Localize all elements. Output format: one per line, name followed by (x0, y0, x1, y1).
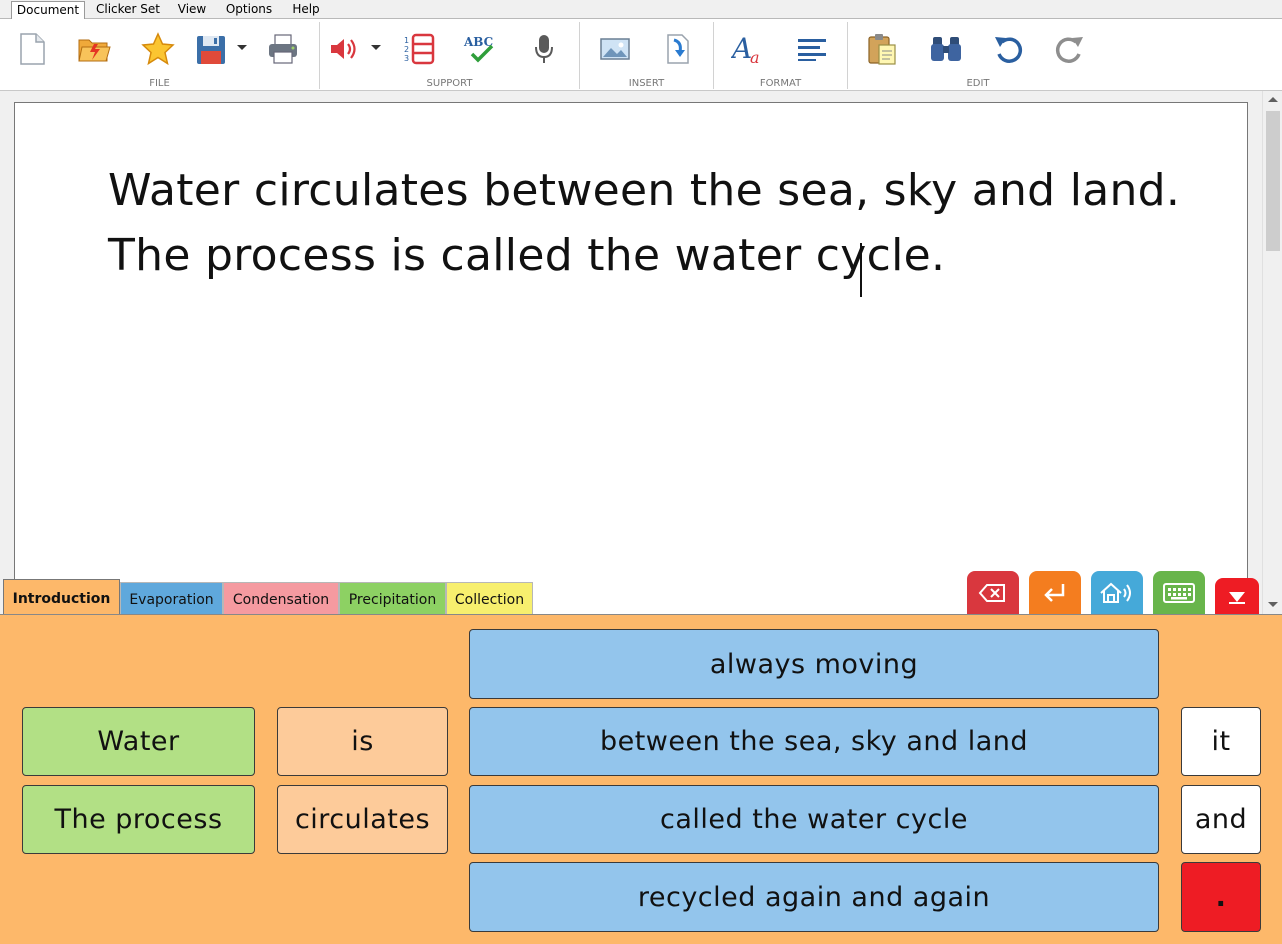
tab-evaporation[interactable]: Evaporation (120, 582, 223, 615)
menu-bar: Document Clicker Set View Options Help (0, 0, 1282, 20)
edit-group-label: EDIT (966, 78, 990, 89)
insert-file-icon[interactable] (660, 31, 696, 67)
font-icon[interactable]: Aa (730, 31, 766, 67)
text-caret (860, 243, 862, 297)
tab-condensation[interactable]: Condensation (223, 582, 339, 615)
scroll-up-arrow[interactable] (1268, 97, 1278, 102)
cell-called-water-cycle[interactable]: called the water cycle (469, 785, 1159, 854)
insert-group: INSERT (580, 19, 713, 91)
document-line-2[interactable]: The process is called the water cycle. (108, 230, 945, 281)
scroll-down-arrow[interactable] (1268, 602, 1278, 607)
new-document-icon[interactable] (14, 31, 50, 67)
favourite-star-icon[interactable] (140, 31, 176, 67)
file-group-label: FILE (149, 78, 170, 89)
cell-circulates[interactable]: circulates (277, 785, 448, 854)
open-folder-icon[interactable] (76, 31, 112, 67)
backspace-icon (978, 584, 1005, 602)
spellcheck-icon[interactable]: ABC (462, 31, 498, 67)
file-group: FILE (0, 19, 319, 91)
numbered-list-icon[interactable]: 123 (400, 31, 436, 67)
enter-icon (1044, 584, 1065, 602)
cell-recycled-again[interactable]: recycled again and again (469, 862, 1159, 932)
menu-options[interactable]: Options (222, 1, 276, 19)
menu-document[interactable]: Document (11, 1, 85, 20)
format-group-label: FORMAT (759, 78, 802, 89)
align-left-icon[interactable] (794, 31, 830, 67)
cell-it[interactable]: it (1181, 707, 1261, 776)
tab-collection[interactable]: Collection (446, 582, 533, 615)
menu-help[interactable]: Help (287, 1, 325, 19)
speech-dropdown-arrow[interactable] (371, 45, 381, 50)
speak-button[interactable] (1091, 571, 1143, 615)
cell-is[interactable]: is (277, 707, 448, 776)
edit-group: EDIT (848, 19, 1108, 91)
speak-house-icon (1100, 582, 1131, 603)
collapse-button[interactable] (1215, 578, 1259, 615)
scroll-thumb[interactable] (1266, 111, 1280, 251)
keyboard-button[interactable] (1153, 571, 1205, 615)
svg-text:1: 1 (404, 36, 409, 45)
keyboard-icon (1163, 583, 1195, 603)
toolbar-ribbon: FILE 123 ABC SUPPORT INSERT Aa FORMAT ED… (0, 19, 1282, 91)
tab-precipitation[interactable]: Precipitation (339, 582, 446, 615)
svg-text:a: a (750, 48, 760, 66)
clicker-grid: Water The process is circulates always m… (0, 614, 1282, 944)
cell-water[interactable]: Water (22, 707, 255, 776)
svg-text:2: 2 (404, 45, 409, 54)
redo-icon[interactable] (1052, 31, 1088, 67)
support-group-label: SUPPORT (426, 78, 473, 89)
speech-volume-icon[interactable] (326, 31, 362, 67)
format-group: Aa FORMAT (714, 19, 847, 91)
paste-clipboard-icon[interactable] (864, 31, 900, 67)
document-line-1[interactable]: Water circulates between the sea, sky an… (108, 165, 1180, 216)
cell-full-stop[interactable]: . (1181, 862, 1261, 932)
vertical-scrollbar[interactable] (1262, 91, 1282, 615)
print-icon[interactable] (265, 31, 301, 67)
save-dropdown-arrow[interactable] (237, 45, 247, 50)
insert-group-label: INSERT (628, 78, 665, 89)
cell-and[interactable]: and (1181, 785, 1261, 854)
cell-between-sea-sky-land[interactable]: between the sea, sky and land (469, 707, 1159, 776)
microphone-icon[interactable] (526, 31, 562, 67)
menu-clicker-set[interactable]: Clicker Set (92, 1, 164, 19)
undo-icon[interactable] (990, 31, 1026, 67)
tab-introduction[interactable]: Introduction (3, 579, 120, 615)
save-disk-icon[interactable] (193, 31, 229, 67)
find-binoculars-icon[interactable] (928, 31, 964, 67)
cell-the-process[interactable]: The process (22, 785, 255, 854)
cell-always-moving[interactable]: always moving (469, 629, 1159, 699)
backspace-button[interactable] (967, 571, 1019, 615)
svg-text:3: 3 (404, 54, 409, 63)
support-group: 123 ABC SUPPORT (320, 19, 579, 91)
document-page[interactable]: Water circulates between the sea, sky an… (14, 102, 1248, 622)
document-area: Water circulates between the sea, sky an… (0, 91, 1262, 622)
enter-button[interactable] (1029, 571, 1081, 615)
insert-picture-icon[interactable] (597, 31, 633, 67)
menu-view[interactable]: View (172, 1, 212, 19)
collapse-arrow-icon (1229, 591, 1245, 604)
